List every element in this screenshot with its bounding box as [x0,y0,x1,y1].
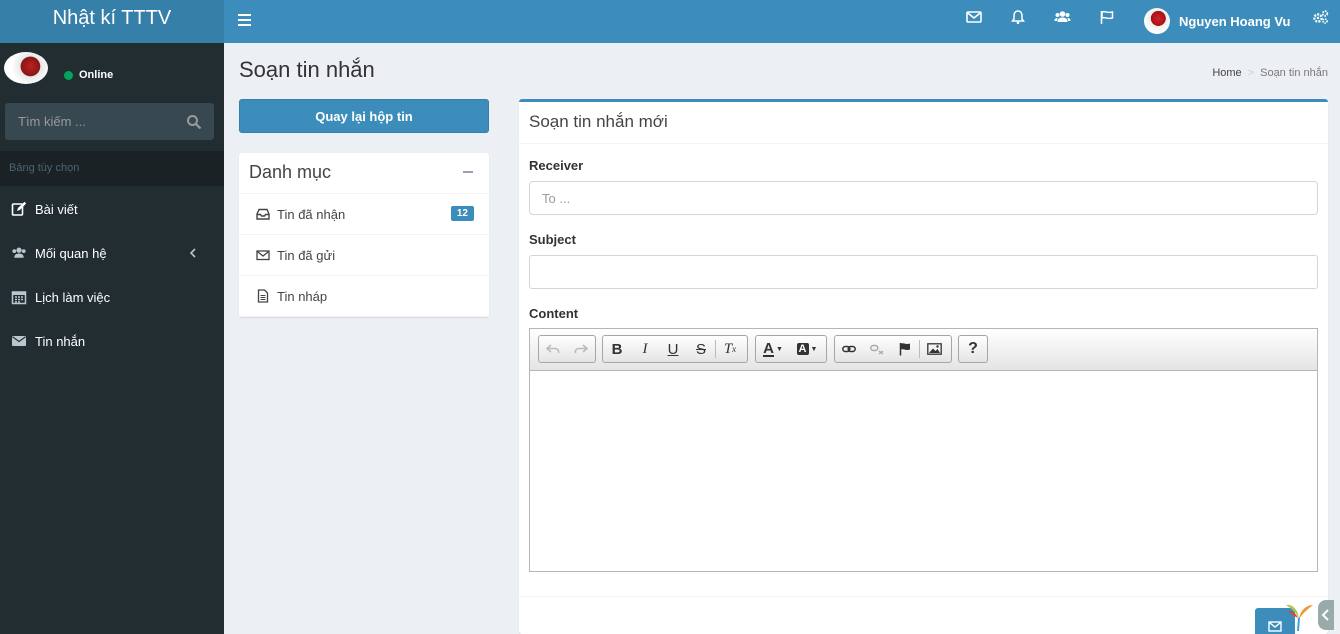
compose-title: Soạn tin nhắn mới [519,102,1328,144]
folder-label: Tin đã gửi [277,247,336,263]
subject-input[interactable] [529,255,1318,289]
status-dot-icon [64,70,73,80]
users-icon[interactable] [1054,9,1076,31]
sidebar-section-header: Bảng tùy chọn [0,151,224,186]
folder-label: Tin đã nhận [277,206,346,222]
search-icon[interactable] [186,114,202,130]
breadcrumb-current: Soạn tin nhắn [1260,67,1328,79]
insert-group [834,335,952,363]
sidebar-avatar [4,52,48,84]
sidebar-item-relations[interactable]: Mối quan hệ [0,231,224,275]
user-name: Nguyen Hoang Vu [1179,13,1291,29]
envelope-icon [256,250,270,261]
file-text-icon [257,289,269,303]
envelope-icon [12,336,26,346]
italic-icon[interactable]: I [631,336,659,362]
rich-text-editor: B I U S Tx A ▼ A ▼ ? [529,328,1318,572]
inbox-count-badge: 12 [450,206,474,221]
sidebar-item-label: Mối quan hệ [35,245,107,261]
content-label: Content [529,306,579,321]
user-avatar [1144,8,1170,34]
anchor-flag-icon[interactable] [891,336,919,362]
sidebar-search [5,103,214,140]
bold-icon[interactable]: B [603,336,631,362]
underline-icon[interactable]: U [659,336,687,362]
unlink-icon[interactable] [863,336,891,362]
envelope-icon[interactable] [966,9,988,31]
remove-format-icon[interactable]: Tx [716,336,744,362]
yii-logo-icon[interactable] [1282,599,1316,633]
help-group: ? [958,335,988,363]
breadcrumb-separator: > [1247,67,1255,79]
receiver-input[interactable] [529,181,1318,215]
sidebar-item-label: Lịch làm việc [35,289,111,305]
link-icon[interactable] [835,336,863,362]
top-navbar: Nhật kí TTTV Nguyen Hoang Vu [0,0,1340,43]
editor-toolbar: B I U S Tx A ▼ A ▼ ? [530,329,1317,371]
sidebar-search-input[interactable] [5,103,175,140]
undo-icon[interactable] [539,336,567,362]
undo-redo-group [538,335,596,363]
folder-label: Tin nháp [277,288,328,304]
subject-label: Subject [529,232,576,247]
strikethrough-icon[interactable]: S [687,336,715,362]
sidebar: Online Bảng tùy chọn Bài viết Mối quan h… [0,43,224,634]
breadcrumb: Home > Soạn tin nhắn [1212,67,1328,79]
edit-icon [11,201,27,216]
format-group: B I U S Tx [602,335,748,363]
editor-content-area[interactable] [530,371,1317,571]
folder-drafts[interactable]: Tin nháp [239,276,489,317]
breadcrumb-home[interactable]: Home [1212,67,1241,79]
page-title: Soạn tin nhắn [239,57,375,82]
compose-box: Soạn tin nhắn mới Receiver Subject Conte… [519,99,1328,634]
back-to-inbox-button[interactable]: Quay lại hộp tin [239,99,489,133]
calendar-icon [11,291,27,305]
chevron-left-icon [189,248,196,258]
image-icon[interactable] [920,336,948,362]
app-logo[interactable]: Nhật kí TTTV [0,0,224,43]
sidebar-item-posts[interactable]: Bài viết [0,187,224,231]
debug-toolbar-toggle[interactable] [1318,600,1334,630]
users-icon [12,247,26,258]
inbox-icon [256,208,270,220]
folder-sent[interactable]: Tin đã gửi [239,235,489,276]
folders-title: Danh mục [239,153,489,194]
text-color-icon[interactable]: A ▼ [756,336,790,362]
compose-footer [519,596,1328,597]
bell-icon[interactable] [1010,9,1032,31]
gears-icon[interactable] [1312,9,1334,31]
status-label: Online [79,69,114,81]
sidebar-item-label: Tin nhắn [35,333,86,349]
chevron-left-icon [1321,609,1329,621]
online-status: Online [64,69,113,81]
folders-title-text: Danh mục [249,162,332,182]
sidebar-toggle-icon[interactable] [238,11,252,31]
collapse-icon[interactable] [463,171,473,173]
background-color-icon[interactable]: A ▼ [790,336,824,362]
receiver-label: Receiver [529,158,584,173]
sidebar-item-label: Bài viết [35,201,78,217]
redo-icon[interactable] [567,336,595,362]
sidebar-item-schedule[interactable]: Lịch làm việc [0,275,224,319]
folders-box: Danh mục Tin đã nhận 12 Tin đã gửi Tin n… [239,153,489,317]
user-menu[interactable]: Nguyen Hoang Vu [1144,6,1290,36]
help-icon[interactable]: ? [959,336,987,362]
color-group: A ▼ A ▼ [755,335,827,363]
flag-icon[interactable] [1099,9,1121,31]
sidebar-item-messages[interactable]: Tin nhắn [0,319,224,363]
folder-inbox[interactable]: Tin đã nhận 12 [239,194,489,235]
